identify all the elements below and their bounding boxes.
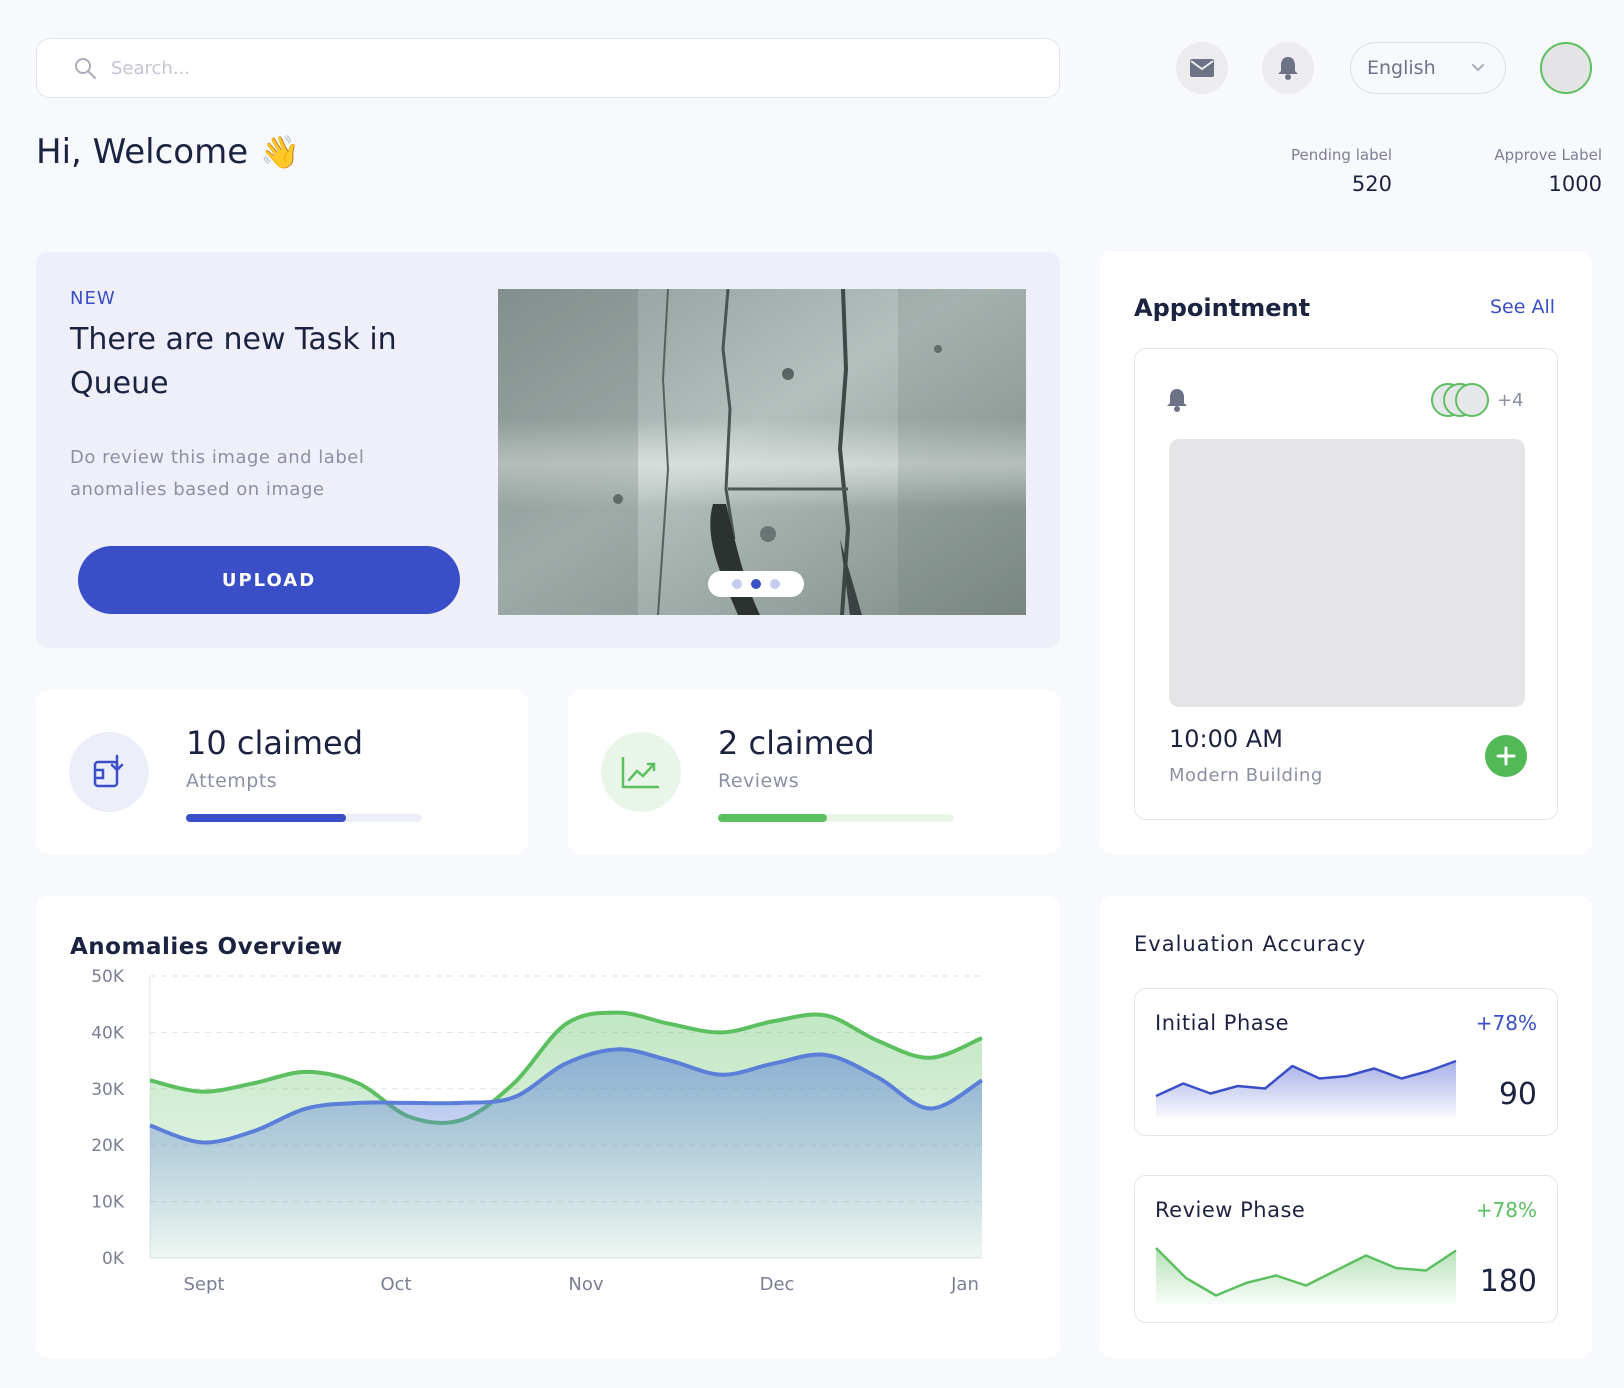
mail-button[interactable] <box>1176 42 1228 94</box>
initial-phase-sparkline <box>1155 1059 1457 1117</box>
y-tick-label: 50K <box>91 967 125 987</box>
appointment-item[interactable]: +4 10:00 AM Modern Building <box>1134 348 1558 820</box>
y-tick-label: 30K <box>91 1080 125 1100</box>
task-title: There are new Task in Queue <box>70 322 397 401</box>
evaluation-card: Evaluation Accuracy Initial Phase +78% 9… <box>1100 896 1592 1358</box>
carousel-dot[interactable] <box>732 579 742 589</box>
x-tick-label: Jan <box>950 1274 979 1295</box>
attendee-avatar <box>1455 383 1489 417</box>
reviews-progress <box>718 814 954 822</box>
attempts-card: 10 claimed Attempts <box>36 690 528 854</box>
welcome-text: Hi, Welcome <box>36 132 249 172</box>
pending-label: Pending label <box>1290 146 1392 164</box>
task-image[interactable] <box>498 289 1026 615</box>
language-select[interactable]: English <box>1350 42 1506 94</box>
anomalies-chart: 50K 40K 30K 20K 10K 0K Sept Oct Nov Dec Jan <box>91 967 984 1295</box>
x-tick-label: Nov <box>568 1274 603 1295</box>
approve-label: Approve Label <box>1494 146 1602 164</box>
upload-button[interactable]: UPLOAD <box>78 546 460 614</box>
attendees[interactable]: +4 <box>1431 383 1524 417</box>
y-tick-label: 0K <box>102 1249 125 1269</box>
new-task-card: NEW There are new Task in Queue Do revie… <box>36 252 1060 648</box>
y-tick-label: 20K <box>91 1136 125 1156</box>
new-tag: NEW <box>70 288 116 309</box>
reviews-label: Reviews <box>718 770 800 792</box>
carousel-dot-active[interactable] <box>751 579 761 589</box>
phase-score: 180 <box>1479 1264 1537 1299</box>
attempts-label: Attempts <box>186 770 278 792</box>
see-all-link[interactable]: See All <box>1490 296 1555 318</box>
appointment-card: Appointment See All +4 10:00 AM Modern B… <box>1100 252 1592 854</box>
wave-emoji: 👋 <box>260 133 300 171</box>
add-button[interactable] <box>1485 735 1527 777</box>
mail-icon <box>1190 59 1214 77</box>
appointment-location: Modern Building <box>1169 765 1323 786</box>
trend-chart-icon <box>621 757 659 789</box>
welcome-heading: Hi, Welcome 👋 <box>36 132 300 172</box>
approve-stat: Approve Label 1000 <box>1440 146 1602 196</box>
anomalies-chart-card: Anomalies Overview 50K 40K 30K 20K 10K 0K Sept… <box>36 896 1060 1358</box>
carousel-indicator <box>708 571 804 597</box>
search-bar[interactable] <box>36 38 1060 98</box>
reviews-count: 2 claimed <box>718 724 875 762</box>
phase-name: Initial Phase <box>1155 1011 1289 1035</box>
pending-stat: Pending label 520 <box>1236 146 1392 196</box>
appointment-time: 10:00 AM <box>1169 725 1283 753</box>
phase-change: +78% <box>1475 1198 1537 1222</box>
y-tick-label: 40K <box>91 1023 125 1043</box>
pending-value: 520 <box>1351 172 1392 196</box>
review-phase-card: Review Phase +78% 180 <box>1134 1175 1558 1323</box>
phase-name: Review Phase <box>1155 1198 1306 1222</box>
attempts-progress <box>186 814 422 822</box>
phase-score: 90 <box>1498 1077 1537 1112</box>
chevron-down-icon <box>1472 64 1484 72</box>
reviews-card: 2 claimed Reviews <box>568 690 1060 854</box>
approve-value: 1000 <box>1548 172 1602 196</box>
phase-change: +78% <box>1475 1011 1537 1035</box>
x-tick-label: Dec <box>760 1274 795 1295</box>
appointment-image <box>1169 439 1525 707</box>
bell-icon <box>1278 57 1298 80</box>
search-icon <box>75 58 96 79</box>
x-tick-label: Sept <box>184 1274 225 1295</box>
task-description: Do review this image and label anomalies… <box>70 447 365 500</box>
review-phase-sparkline <box>1155 1247 1457 1304</box>
plus-icon <box>1496 746 1516 766</box>
carousel-dot[interactable] <box>770 579 780 589</box>
attempts-count: 10 claimed <box>186 724 364 762</box>
attempts-icon-circle <box>69 732 149 812</box>
notifications-button[interactable] <box>1262 42 1314 94</box>
x-tick-label: Oct <box>380 1274 411 1295</box>
user-avatar[interactable] <box>1540 42 1592 94</box>
search-input[interactable] <box>111 57 1011 79</box>
reviews-icon-circle <box>601 732 681 812</box>
y-tick-label: 10K <box>91 1193 125 1213</box>
evaluation-title: Evaluation Accuracy <box>1134 932 1367 956</box>
bell-icon <box>1167 389 1187 412</box>
download-file-icon <box>93 754 124 788</box>
initial-phase-card: Initial Phase +78% 90 <box>1134 988 1558 1136</box>
extra-attendees-count: +4 <box>1497 389 1524 411</box>
appointment-title: Appointment <box>1134 294 1311 322</box>
language-value: English <box>1367 57 1436 79</box>
sparkline-area <box>1156 1248 1456 1304</box>
